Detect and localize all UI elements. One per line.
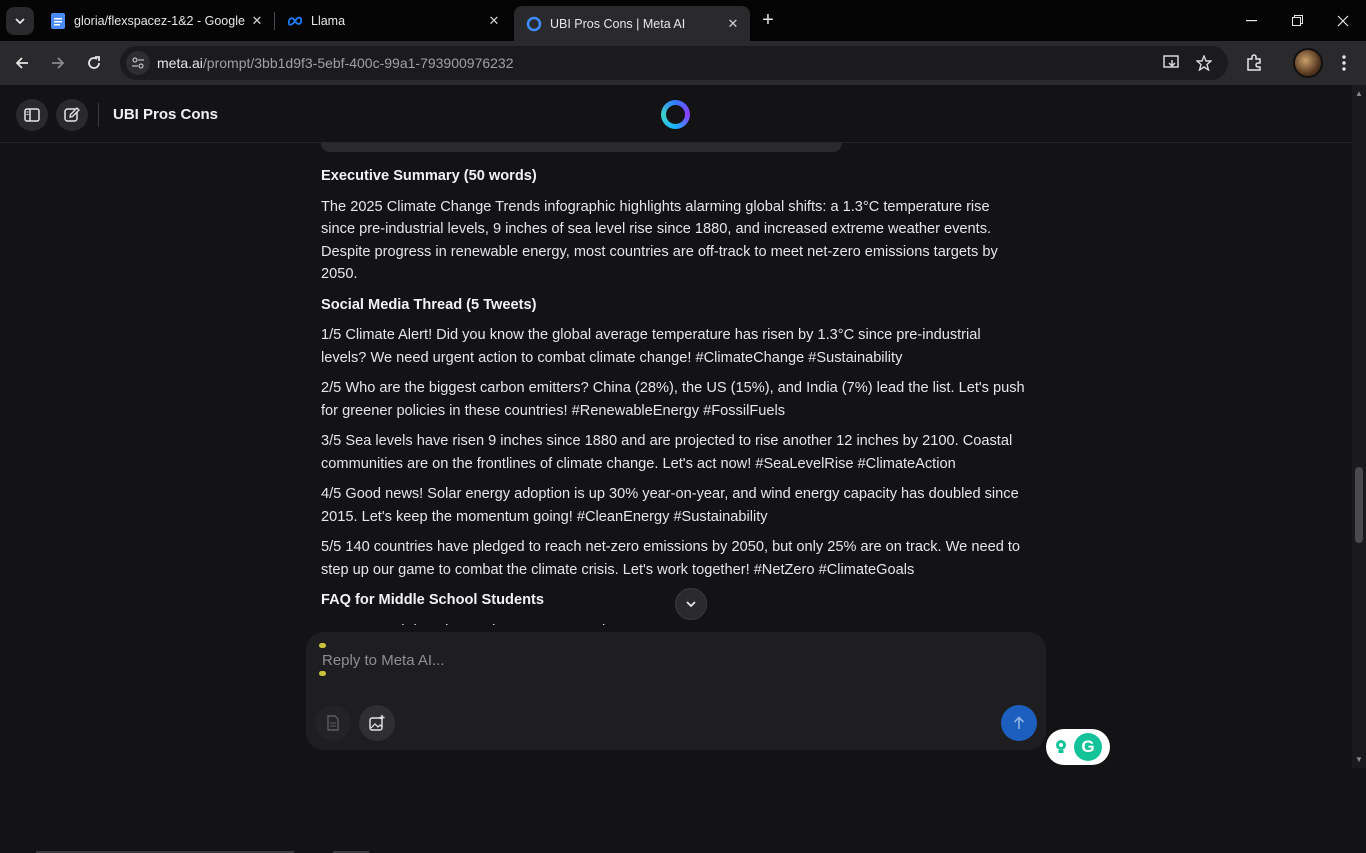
minimize-button[interactable] <box>1228 0 1274 41</box>
composer <box>306 632 1046 750</box>
install-icon <box>1163 55 1179 68</box>
reload-icon <box>88 56 100 69</box>
image-add-icon <box>369 715 385 731</box>
close-icon <box>1337 15 1349 26</box>
chevron-down-icon <box>686 601 696 608</box>
assistant-message: Executive Summary (50 words) The 2025 Cl… <box>321 165 1026 650</box>
new-tab-button[interactable]: + <box>756 8 780 32</box>
url-path: /prompt/3bb1d9f3-5ebf-400c-99a1-79390097… <box>202 55 514 71</box>
plus-icon: + <box>762 8 774 31</box>
url-text: meta.ai/prompt/3bb1d9f3-5ebf-400c-99a1-7… <box>157 55 514 71</box>
new-chat-button[interactable] <box>56 99 88 131</box>
forward-button[interactable] <box>44 49 72 77</box>
url-host: meta.ai <box>157 55 203 71</box>
back-button[interactable] <box>8 49 36 77</box>
browser-toolbar: meta.ai/prompt/3bb1d9f3-5ebf-400c-99a1-7… <box>0 41 1366 85</box>
bookmark-star-button[interactable] <box>1194 53 1214 73</box>
extension-marker-icon <box>319 643 326 648</box>
section-heading: Social Media Thread (5 Tweets) <box>321 296 537 313</box>
restore-button[interactable] <box>1274 0 1320 41</box>
address-bar[interactable]: meta.ai/prompt/3bb1d9f3-5ebf-400c-99a1-7… <box>120 46 1228 80</box>
section-heading: Executive Summary (50 words) <box>321 168 537 184</box>
site-info-button[interactable] <box>126 51 150 75</box>
tab-title: UBI Pros Cons | Meta AI <box>550 16 686 31</box>
chevron-down-icon <box>15 18 25 25</box>
previous-message-block <box>321 143 842 152</box>
reply-input[interactable] <box>322 646 1022 674</box>
meta-ai-icon <box>526 16 542 32</box>
grammarly-widget[interactable]: G <box>1046 729 1110 765</box>
chat-title: UBI Pros Cons <box>113 106 219 123</box>
page-scrollbar[interactable]: ▲ ▼ <box>1352 85 1366 768</box>
attach-file-button[interactable] <box>315 705 351 741</box>
tab-title: gloria/flexspacez-1&2 - Google <box>74 14 245 28</box>
chat-header: UBI Pros Cons <box>0 85 1352 143</box>
puzzle-icon <box>1247 54 1261 71</box>
tweet-paragraph: 5/5 140 countries have pledged to reach … <box>321 539 1021 578</box>
extension-marker-icon <box>319 671 326 676</box>
scroll-up-arrow-icon[interactable]: ▲ <box>1355 89 1363 98</box>
tab-google-docs[interactable]: gloria/flexspacez-1&2 - Google ✕ <box>38 6 274 36</box>
meta-ai-app: UBI Pros Cons Executive Summary (50 word… <box>0 85 1352 853</box>
tweet-paragraph: 4/5 Good news! Solar energy adoption is … <box>321 486 1019 525</box>
install-app-button[interactable] <box>1162 53 1182 73</box>
meta-ai-logo-icon <box>661 100 690 129</box>
google-docs-icon <box>50 13 66 29</box>
close-tab-icon[interactable]: ✕ <box>248 12 266 30</box>
arrow-up-icon <box>1013 716 1025 729</box>
document-icon <box>327 715 339 731</box>
tweet-paragraph: 3/5 Sea levels have risen 9 inches since… <box>321 433 1013 472</box>
more-vertical-icon <box>1342 55 1346 71</box>
attach-image-button[interactable] <box>359 705 395 741</box>
sidebar-icon <box>24 108 40 122</box>
close-window-button[interactable] <box>1320 0 1366 41</box>
send-button[interactable] <box>1001 705 1037 741</box>
scrollbar-thumb[interactable] <box>1355 467 1363 543</box>
tab-title: Llama <box>311 14 346 28</box>
lightbulb-icon <box>1056 740 1066 753</box>
tab-llama[interactable]: Llama ✕ <box>275 6 511 36</box>
scroll-down-arrow-icon[interactable]: ▼ <box>1355 755 1363 764</box>
minimize-icon <box>1245 19 1257 21</box>
tab-search-button[interactable] <box>6 7 34 35</box>
close-tab-icon[interactable]: ✕ <box>485 12 503 30</box>
profile-avatar[interactable] <box>1293 48 1323 78</box>
close-tab-icon[interactable]: ✕ <box>724 15 742 33</box>
tab-strip: gloria/flexspacez-1&2 - Google ✕ Llama ✕… <box>0 0 1366 41</box>
scroll-to-bottom-button[interactable] <box>675 588 707 620</box>
tweet-paragraph: 2/5 Who are the biggest carbon emitters?… <box>321 380 1025 419</box>
browser-menu-button[interactable] <box>1330 49 1358 77</box>
reload-button[interactable] <box>80 49 108 77</box>
section-heading: FAQ for Middle School Students <box>321 592 544 608</box>
tweet-paragraph: 1/5 Climate Alert! Did you know the glob… <box>321 327 981 366</box>
tune-icon <box>132 57 144 69</box>
meta-logo-icon <box>287 13 303 29</box>
arrow-right-icon <box>52 57 65 69</box>
restore-icon <box>1291 15 1303 26</box>
extensions-button[interactable] <box>1240 49 1268 77</box>
star-icon <box>1196 55 1212 71</box>
arrow-left-icon <box>15 57 28 69</box>
sidebar-toggle-button[interactable] <box>16 99 48 131</box>
paragraph: The 2025 Climate Change Trends infograph… <box>321 198 998 283</box>
compose-icon <box>64 107 80 122</box>
grammarly-logo-icon: G <box>1074 733 1102 761</box>
tab-meta-ai[interactable]: UBI Pros Cons | Meta AI ✕ <box>514 6 750 41</box>
header-divider <box>98 103 99 127</box>
